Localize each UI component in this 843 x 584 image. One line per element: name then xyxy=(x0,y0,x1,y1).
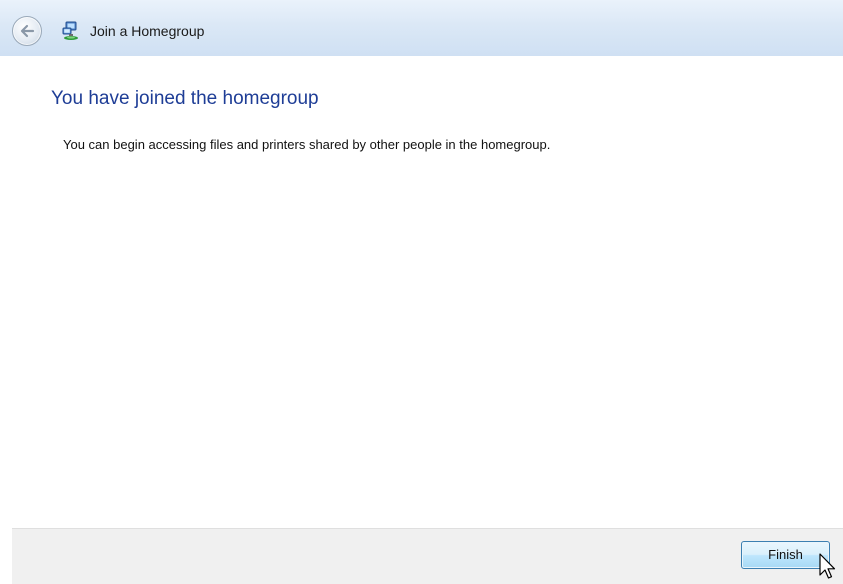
content-area xyxy=(12,56,843,528)
footer-bar xyxy=(12,528,843,584)
back-button[interactable] xyxy=(12,16,42,46)
homegroup-icon xyxy=(62,21,78,40)
back-arrow-icon xyxy=(20,24,35,38)
finish-button[interactable]: Finish xyxy=(741,541,830,569)
title-bar: Join a Homegroup xyxy=(0,0,843,56)
mouse-pointer-icon xyxy=(819,553,836,579)
page-heading: You have joined the homegroup xyxy=(51,88,319,109)
join-homegroup-window: Join a Homegroup You have joined the hom… xyxy=(0,0,843,584)
window-title: Join a Homegroup xyxy=(90,23,205,39)
status-message: You can begin accessing files and printe… xyxy=(63,137,551,152)
